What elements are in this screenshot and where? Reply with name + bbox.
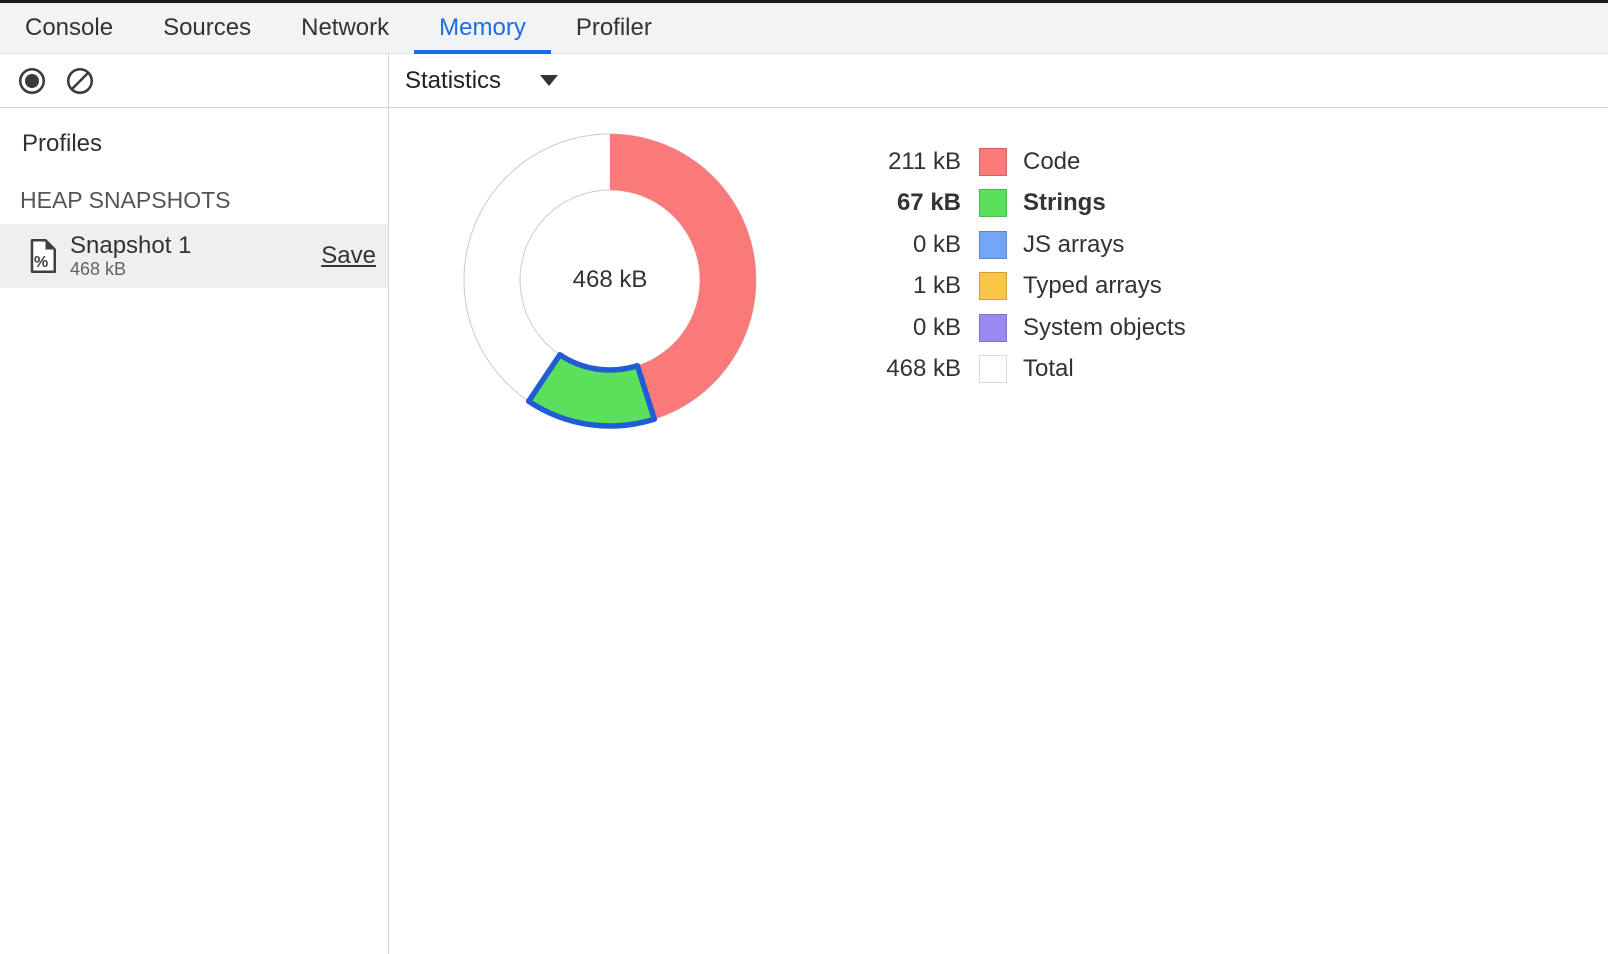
profiles-sidebar: Profiles HEAP SNAPSHOTS % Snapshot 1468 k… <box>0 108 388 954</box>
chart-legend: 211 kB Code 67 kB Strings 0 kB JS arrays 1 kB T… <box>789 141 1186 390</box>
legend-row-typed-arrays[interactable]: 1 kB Typed arrays <box>789 266 1186 308</box>
legend-swatch-code <box>979 148 1007 176</box>
legend-label: System objects <box>1023 314 1186 342</box>
tab-network[interactable]: Network <box>276 3 414 53</box>
legend-label: Strings <box>1023 189 1106 217</box>
panel-body: Profiles HEAP SNAPSHOTS %Snapshot 1468 k… <box>0 54 1608 954</box>
memory-view-toolbar: Statistics <box>389 54 1608 108</box>
legend-swatch-typed-arrays <box>979 272 1007 300</box>
tab-memory[interactable]: Memory <box>414 3 551 53</box>
statistics-chart-area: 468 kB 211 kB Code 67 kB Strings 0 kB JS arra… <box>389 108 1608 954</box>
legend-swatch-system-objects <box>979 314 1007 342</box>
profiles-toolbar <box>0 54 388 108</box>
profiles-heading: Profiles <box>0 130 388 158</box>
legend-value: 0 kB <box>789 231 961 259</box>
legend-value: 1 kB <box>789 272 961 300</box>
legend-row-code[interactable]: 211 kB Code <box>789 141 1186 183</box>
legend-swatch-strings <box>979 189 1007 217</box>
legend-label: Code <box>1023 148 1080 176</box>
legend-value: 211 kB <box>789 148 961 176</box>
view-mode-label: Statistics <box>405 67 501 95</box>
snapshot-item[interactable]: % Snapshot 1468 kBSave <box>0 224 388 288</box>
snapshot-list: % Snapshot 1468 kBSave <box>0 224 388 288</box>
record-toggle-icon[interactable] <box>18 67 46 95</box>
view-mode-select[interactable]: Statistics <box>405 67 558 95</box>
legend-row-js-arrays[interactable]: 0 kB JS arrays <box>789 224 1186 266</box>
snapshot-text: Snapshot 1468 kB <box>70 232 321 280</box>
save-snapshot-link[interactable]: Save <box>321 242 376 270</box>
heap-snapshot-icon: % <box>30 239 56 273</box>
heap-donut-chart: 468 kB <box>460 130 760 430</box>
donut-ring-outline <box>520 190 700 370</box>
heap-snapshots-heading: HEAP SNAPSHOTS <box>0 186 388 214</box>
clear-profiles-icon[interactable] <box>66 67 94 95</box>
legend-row-total[interactable]: 468 kB Total <box>789 349 1186 391</box>
snapshot-title: Snapshot 1 <box>70 232 321 259</box>
legend-swatch-total <box>979 355 1007 383</box>
legend-value: 0 kB <box>789 314 961 342</box>
legend-row-strings[interactable]: 67 kB Strings <box>789 183 1186 225</box>
chevron-down-icon <box>540 75 558 86</box>
legend-row-system-objects[interactable]: 0 kB System objects <box>789 307 1186 349</box>
legend-label: Total <box>1023 355 1074 383</box>
legend-value: 67 kB <box>789 189 961 217</box>
snapshot-size: 468 kB <box>70 259 321 280</box>
donut-slice-strings[interactable] <box>529 355 655 426</box>
profiles-sidebar-pane: Profiles HEAP SNAPSHOTS % Snapshot 1468 k… <box>0 54 389 954</box>
legend-swatch-js-arrays <box>979 231 1007 259</box>
devtools-tab-bar: ConsoleSourcesNetworkMemoryProfiler <box>0 3 1608 54</box>
svg-text:%: % <box>34 254 48 271</box>
memory-main-pane: Statistics 468 kB 211 kB Code 67 kB Strings… <box>389 54 1608 954</box>
legend-label: Typed arrays <box>1023 272 1162 300</box>
tab-console[interactable]: Console <box>0 3 138 53</box>
legend-value: 468 kB <box>789 355 961 383</box>
donut-svg <box>460 130 760 430</box>
legend-label: JS arrays <box>1023 231 1124 259</box>
tab-sources[interactable]: Sources <box>138 3 276 53</box>
tab-profiler[interactable]: Profiler <box>551 3 677 53</box>
